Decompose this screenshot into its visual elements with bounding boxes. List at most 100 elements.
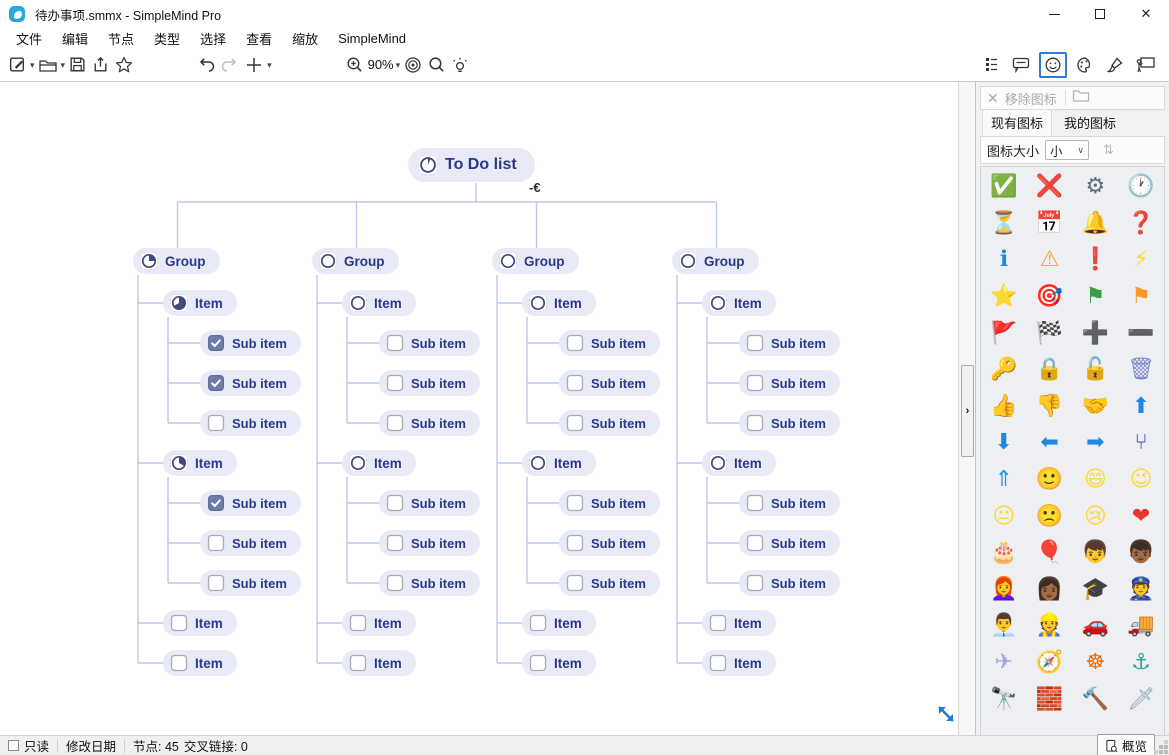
warning-triangle-icon[interactable]: ⚠ xyxy=(1027,242,1073,279)
question-mark-icon[interactable]: ❓ xyxy=(1118,206,1164,243)
item-node-2-4[interactable]: Item xyxy=(342,650,416,676)
checkbox-checked-icon[interactable] xyxy=(207,374,225,392)
progress-pie-icon[interactable] xyxy=(140,252,158,270)
item-node-3-1[interactable]: Item xyxy=(522,290,596,316)
progress-pie-icon[interactable] xyxy=(170,454,188,472)
truck-icon[interactable]: 🚚 xyxy=(1118,608,1164,645)
subitem-node-2-1-1[interactable]: Sub item xyxy=(379,330,480,356)
arrow-down-circle-icon[interactable]: ⬇ xyxy=(981,425,1027,462)
plus-circle-icon[interactable]: ➕ xyxy=(1073,315,1119,352)
checkbox-unchecked-icon[interactable] xyxy=(386,494,404,512)
undo-button[interactable] xyxy=(194,52,218,78)
merge-arrow-icon[interactable]: ⇑ xyxy=(981,462,1027,499)
neutral-face-icon[interactable]: 😐 xyxy=(981,498,1027,535)
checkbox-unchecked-icon[interactable] xyxy=(566,534,584,552)
bell-icon[interactable]: 🔔 xyxy=(1073,206,1119,243)
checkbox-unchecked-icon[interactable] xyxy=(386,414,404,432)
new-map-button[interactable] xyxy=(6,52,29,78)
subitem-node-2-2-1[interactable]: Sub item xyxy=(379,490,480,516)
arrow-left-circle-icon[interactable]: ⬅ xyxy=(1027,425,1073,462)
group-node-2[interactable]: Group xyxy=(312,248,399,274)
save-button[interactable] xyxy=(66,52,89,78)
menu-item-7[interactable]: 缩放 xyxy=(282,29,328,48)
mindmap-canvas[interactable]: To Do listGroupItemSub itemSub itemSub i… xyxy=(0,82,958,735)
remove-icon-x-icon[interactable]: ✕ xyxy=(987,90,999,107)
check-mark-icon[interactable]: ✅ xyxy=(981,169,1027,206)
balloon-icon[interactable]: 🎈 xyxy=(1027,535,1073,572)
item-node-3-4[interactable]: Item xyxy=(522,650,596,676)
woman-dark-icon[interactable]: 👩🏾 xyxy=(1027,572,1073,609)
group-node-3[interactable]: Group xyxy=(492,248,579,274)
menu-item-5[interactable]: 选择 xyxy=(190,29,236,48)
subitem-node-4-2-1[interactable]: Sub item xyxy=(739,490,840,516)
target-icon[interactable]: 🎯 xyxy=(1027,279,1073,316)
thumbs-down-icon[interactable]: 👎 xyxy=(1027,389,1073,426)
style-brush-button[interactable] xyxy=(1103,52,1127,78)
subitem-node-4-1-2[interactable]: Sub item xyxy=(739,370,840,396)
outline-panel-button[interactable] xyxy=(981,52,1003,78)
item-node-4-1[interactable]: Item xyxy=(702,290,776,316)
green-flag-icon[interactable]: ⚑ xyxy=(1073,279,1119,316)
menu-item-8[interactable]: SimpleMind xyxy=(328,31,416,46)
key-icon[interactable]: 🔑 xyxy=(981,352,1027,389)
subitem-node-4-2-2[interactable]: Sub item xyxy=(739,530,840,556)
favorites-star-button[interactable] xyxy=(112,52,136,78)
redo-button[interactable] xyxy=(218,52,242,78)
lightning-icon[interactable]: ⚡ xyxy=(1118,242,1164,279)
item-node-1-2[interactable]: Item xyxy=(163,450,237,476)
fork-arrows-icon[interactable]: ⑂ xyxy=(1118,425,1164,462)
add-topic-caret-icon[interactable]: ▾ xyxy=(267,60,272,71)
trash-icon[interactable]: 🗑 xyxy=(1118,352,1164,389)
sort-icons-icon[interactable]: ⇅ xyxy=(1103,142,1114,158)
progress-pie-icon[interactable] xyxy=(679,252,697,270)
maximize-button[interactable] xyxy=(1077,0,1123,28)
progress-pie-icon[interactable] xyxy=(349,454,367,472)
boy-face-dark-icon[interactable]: 👦🏾 xyxy=(1118,535,1164,572)
close-button[interactable]: ✕ xyxy=(1123,0,1169,28)
brick-wall-icon[interactable]: 🧱 xyxy=(1027,681,1073,718)
checkbox-unchecked-icon[interactable] xyxy=(386,574,404,592)
subitem-node-2-2-2[interactable]: Sub item xyxy=(379,530,480,556)
checkbox-unchecked-icon[interactable] xyxy=(207,414,225,432)
progress-pie-icon[interactable] xyxy=(349,294,367,312)
new-map-caret-icon[interactable]: ▾ xyxy=(30,60,35,71)
subitem-node-1-1-1[interactable]: Sub item xyxy=(200,330,301,356)
subitem-node-3-1-3[interactable]: Sub item xyxy=(559,410,660,436)
unlock-icon[interactable]: 🔓 xyxy=(1073,352,1119,389)
open-icon-folder-icon[interactable] xyxy=(1072,88,1090,108)
checkbox-unchecked-icon[interactable] xyxy=(386,334,404,352)
checkbox-unchecked-icon[interactable] xyxy=(566,374,584,392)
checkbox-unchecked-icon[interactable] xyxy=(349,614,367,632)
menu-item-6[interactable]: 查看 xyxy=(236,29,282,48)
hourglass-icon[interactable]: ⏳ xyxy=(981,206,1027,243)
item-node-2-1[interactable]: Item xyxy=(342,290,416,316)
gear-icon[interactable]: ⚙ xyxy=(1073,169,1119,206)
subitem-node-3-2-1[interactable]: Sub item xyxy=(559,490,660,516)
red-flag-icon[interactable]: 🚩 xyxy=(981,315,1027,352)
progress-pie-icon[interactable] xyxy=(709,454,727,472)
group-node-4[interactable]: Group xyxy=(672,248,759,274)
zoom-level-caret-icon[interactable]: ▾ xyxy=(396,60,401,71)
subitem-node-3-2-2[interactable]: Sub item xyxy=(559,530,660,556)
checkbox-unchecked-icon[interactable] xyxy=(529,614,547,632)
subitem-node-1-2-3[interactable]: Sub item xyxy=(200,570,301,596)
checkbox-unchecked-icon[interactable] xyxy=(566,334,584,352)
minimize-button[interactable] xyxy=(1031,0,1077,28)
orange-flag-icon[interactable]: ⚑ xyxy=(1118,279,1164,316)
panel-collapse-handle[interactable]: › xyxy=(961,365,974,457)
businessman-icon[interactable]: 👨‍💼 xyxy=(981,608,1027,645)
group-node-1[interactable]: Group xyxy=(133,248,220,274)
airplane-icon[interactable]: ✈ xyxy=(981,645,1027,682)
presentation-button[interactable] xyxy=(1133,52,1159,78)
subitem-node-3-1-1[interactable]: Sub item xyxy=(559,330,660,356)
subitem-node-1-2-1[interactable]: Sub item xyxy=(200,490,301,516)
star-icon[interactable]: ⭐ xyxy=(981,279,1027,316)
clock-icon[interactable]: 🕐 xyxy=(1118,169,1164,206)
center-map-button[interactable] xyxy=(401,52,425,78)
anchor-icon[interactable]: ⚓ xyxy=(1118,645,1164,682)
heart-icon[interactable]: ❤ xyxy=(1118,498,1164,535)
subitem-node-3-2-3[interactable]: Sub item xyxy=(559,570,660,596)
remove-icon-label[interactable]: 移除图标 xyxy=(1005,89,1057,108)
hammer-icon[interactable]: 🔨 xyxy=(1073,681,1119,718)
item-node-3-2[interactable]: Item xyxy=(522,450,596,476)
